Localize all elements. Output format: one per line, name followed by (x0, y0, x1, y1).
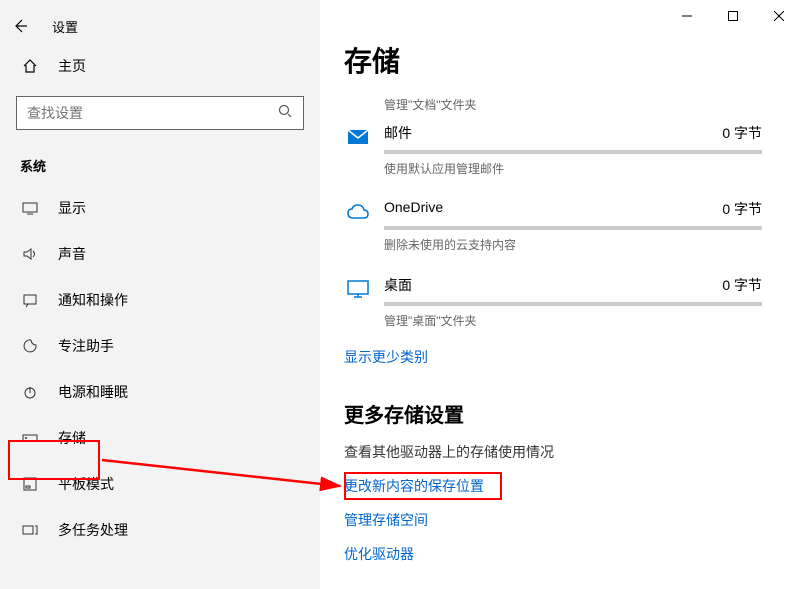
power-icon (20, 384, 40, 400)
display-icon (20, 200, 40, 216)
category-size: 0 字节 (722, 123, 762, 143)
sidebar: 设置 主页 系统 显示 声音 通知和操作 专注助手 电源和睡眠 存储 (0, 0, 320, 589)
link-manage-storage[interactable]: 管理存储空间 (344, 510, 762, 530)
search-input[interactable] (27, 105, 277, 121)
desktop-icon (344, 275, 372, 303)
sidebar-item-focus[interactable]: 专注助手 (0, 323, 320, 369)
category-size: 0 字节 (722, 199, 762, 219)
tablet-icon (20, 476, 40, 492)
sidebar-item-storage[interactable]: 存储 (0, 415, 320, 461)
search-icon (277, 103, 293, 124)
titlebar: 设置 (0, 8, 320, 44)
category-desc: 管理"文档"文件夹 (384, 96, 762, 113)
sidebar-item-multitask[interactable]: 多任务处理 (0, 507, 320, 553)
window-controls (664, 0, 802, 32)
sidebar-item-sound[interactable]: 声音 (0, 231, 320, 277)
sound-icon (20, 246, 40, 262)
mail-icon (344, 123, 372, 151)
link-optimize-drives[interactable]: 优化驱动器 (344, 544, 762, 564)
storage-icon (20, 430, 40, 446)
maximize-icon (728, 11, 738, 21)
category-name: OneDrive (384, 199, 443, 219)
multitask-icon (20, 522, 40, 538)
progress-bar (384, 302, 762, 306)
main-content: 存储 管理"文档"文件夹 邮件 0 字节 使用默认应用管理邮件 OneDrive 0… (320, 0, 802, 589)
progress-bar (384, 150, 762, 154)
sidebar-item-display[interactable]: 显示 (0, 185, 320, 231)
home-nav[interactable]: 主页 (0, 44, 320, 88)
close-button[interactable] (756, 0, 802, 32)
minimize-icon (682, 11, 692, 21)
section-label: 系统 (0, 138, 320, 185)
category-desktop[interactable]: 桌面 0 字节 管理"桌面"文件夹 (344, 275, 762, 343)
back-button[interactable] (0, 8, 40, 44)
progress-bar (384, 226, 762, 230)
category-mail[interactable]: 邮件 0 字节 使用默认应用管理邮件 (344, 123, 762, 191)
search-box[interactable] (16, 96, 304, 130)
cloud-icon (344, 199, 372, 227)
more-settings-desc: 查看其他驱动器上的存储使用情况 (344, 442, 762, 462)
arrow-left-icon (12, 18, 28, 34)
category-onedrive[interactable]: OneDrive 0 字节 删除未使用的云支持内容 (344, 199, 762, 267)
show-more-link[interactable]: 显示更少类别 (344, 347, 428, 367)
page-title: 存储 (344, 40, 762, 80)
category-name: 桌面 (384, 275, 412, 295)
link-change-save-location[interactable]: 更改新内容的保存位置 (344, 476, 762, 496)
focus-icon (20, 338, 40, 354)
nav-label: 存储 (58, 428, 86, 448)
home-icon (20, 58, 40, 74)
sidebar-item-power[interactable]: 电源和睡眠 (0, 369, 320, 415)
category-desc: 管理"桌面"文件夹 (384, 312, 762, 329)
nav-label: 声音 (58, 244, 86, 264)
sidebar-item-notifications[interactable]: 通知和操作 (0, 277, 320, 323)
nav-label: 电源和睡眠 (58, 382, 128, 402)
sidebar-item-tablet[interactable]: 平板模式 (0, 461, 320, 507)
nav-label: 通知和操作 (58, 290, 128, 310)
home-label: 主页 (58, 56, 86, 76)
close-icon (774, 11, 784, 21)
maximize-button[interactable] (710, 0, 756, 32)
nav-label: 专注助手 (58, 336, 114, 356)
minimize-button[interactable] (664, 0, 710, 32)
more-settings-title: 更多存储设置 (344, 399, 762, 428)
nav-label: 显示 (58, 198, 86, 218)
category-desc: 使用默认应用管理邮件 (384, 160, 762, 177)
nav-label: 多任务处理 (58, 520, 128, 540)
category-size: 0 字节 (722, 275, 762, 295)
category-name: 邮件 (384, 123, 412, 143)
notifications-icon (20, 292, 40, 308)
window-title: 设置 (52, 17, 78, 36)
category-desc: 删除未使用的云支持内容 (384, 236, 762, 253)
nav-label: 平板模式 (58, 474, 114, 494)
